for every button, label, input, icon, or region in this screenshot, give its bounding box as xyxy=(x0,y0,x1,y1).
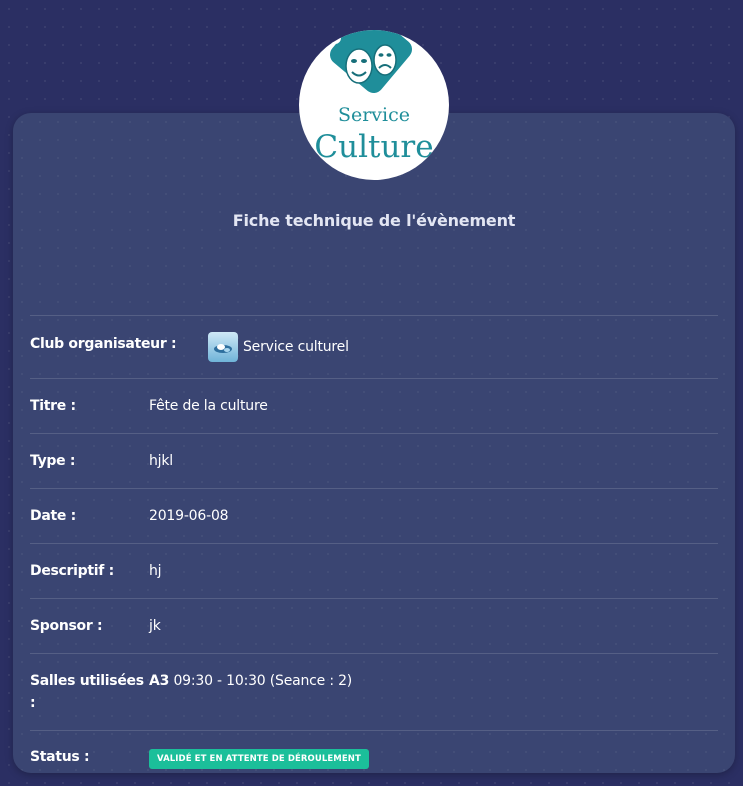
room-name: A3 xyxy=(149,673,170,689)
row-type: Type : hjkl xyxy=(30,433,718,488)
salles-label: Salles utilisées : xyxy=(30,673,144,711)
row-descriptif: Descriptif : hj xyxy=(30,543,718,598)
status-value: VALIDÉ ET EN ATTENTE DE DÉROULEMENT xyxy=(149,746,369,769)
club-value[interactable]: Service culturel xyxy=(208,332,349,362)
salles-value: A3 09:30 - 10:30 (Seance : 2) xyxy=(149,670,352,692)
club-label: Club organisateur : xyxy=(30,336,177,352)
row-salles: Salles utilisées : A3 09:30 - 10:30 (Sea… xyxy=(30,653,718,730)
event-card: Fiche technique de l'évènement Club orga… xyxy=(13,113,735,773)
event-details: Club organisateur : Service culturel Tit… xyxy=(30,315,718,774)
type-label: Type : xyxy=(30,453,76,469)
theatre-masks-icon: Service Culture xyxy=(314,30,434,165)
club-avatar-icon xyxy=(208,332,238,362)
status-badge: VALIDÉ ET EN ATTENTE DE DÉROULEMENT xyxy=(149,749,369,769)
row-date: Date : 2019-06-08 xyxy=(30,488,718,543)
sponsor-value: jk xyxy=(149,618,161,634)
row-club: Club organisateur : Service culturel xyxy=(30,315,718,378)
row-titre: Titre : Fête de la culture xyxy=(30,378,718,433)
status-label: Status : xyxy=(30,749,90,765)
titre-label: Titre : xyxy=(30,398,76,414)
type-value: hjkl xyxy=(149,453,173,469)
descriptif-label: Descriptif : xyxy=(30,563,114,579)
row-sponsor: Sponsor : jk xyxy=(30,598,718,653)
logo-text-service: Service xyxy=(338,104,410,126)
service-culture-logo: Service Culture xyxy=(299,30,449,180)
sponsor-label: Sponsor : xyxy=(30,618,103,634)
row-status: Status : VALIDÉ ET EN ATTENTE DE DÉROULE… xyxy=(30,730,718,774)
club-name: Service culturel xyxy=(243,339,349,355)
descriptif-value: hj xyxy=(149,563,162,579)
date-value: 2019-06-08 xyxy=(149,508,229,524)
page-title: Fiche technique de l'évènement xyxy=(232,211,516,230)
logo-text-culture: Culture xyxy=(314,129,433,165)
date-label: Date : xyxy=(30,508,76,524)
titre-value: Fête de la culture xyxy=(149,398,268,414)
room-schedule: 09:30 - 10:30 (Seance : 2) xyxy=(173,673,353,689)
